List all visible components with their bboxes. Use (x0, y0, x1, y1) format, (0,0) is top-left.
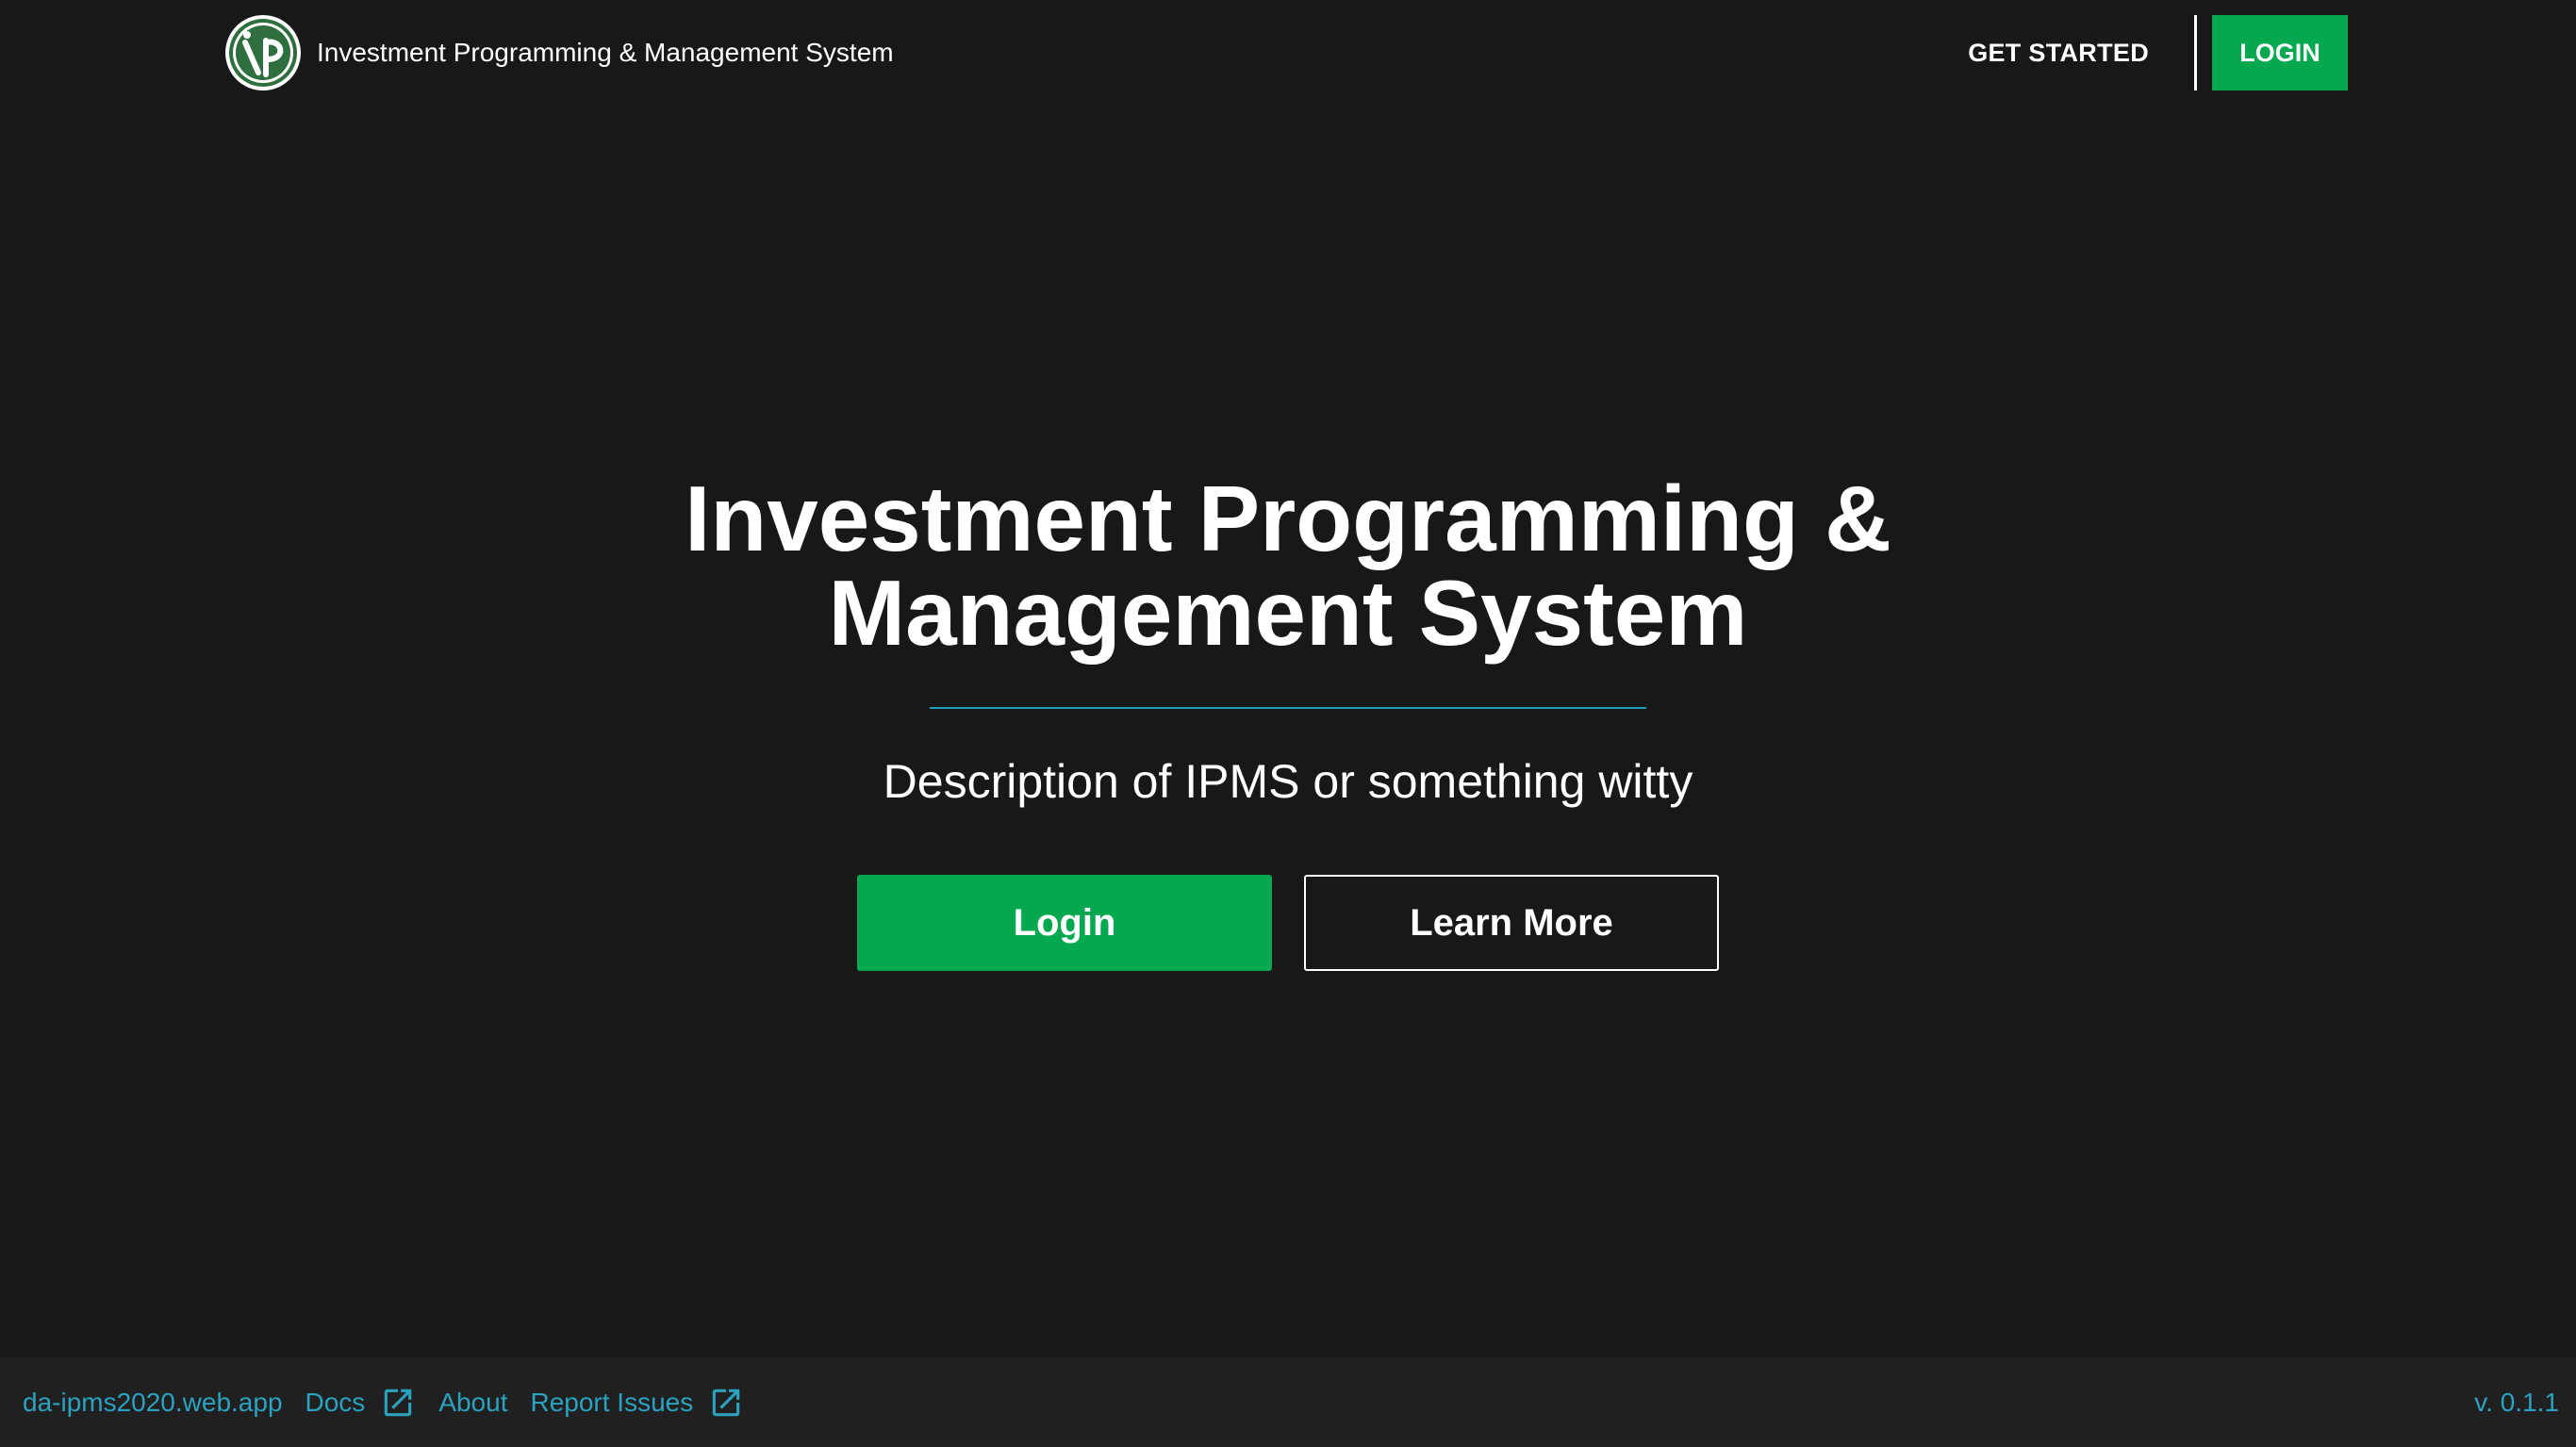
brand-title: Investment Programming & Management Syst… (317, 38, 894, 67)
nav-divider (2194, 15, 2197, 90)
footer-link-docs-label: Docs (305, 1387, 366, 1417)
version-label: v. 0.1.1 (2474, 1387, 2559, 1417)
login-button[interactable]: Login (857, 875, 1272, 971)
hero-title-line-2: Management System (828, 561, 1748, 665)
learn-more-button[interactable]: Learn More (1304, 875, 1719, 971)
hero-title: Investment Programming & Management Syst… (0, 471, 2576, 660)
external-link-icon (385, 1389, 412, 1416)
nav-login-button[interactable]: LOGIN (2212, 15, 2348, 90)
footer-link-site[interactable]: da-ipms2020.web.app (23, 1388, 283, 1418)
footer-link-docs[interactable]: Docs (305, 1385, 417, 1421)
footer-link-report-issues-label: Report Issues (530, 1387, 694, 1417)
external-link-icon (712, 1389, 740, 1416)
get-started-link[interactable]: GET STARTED (1968, 39, 2194, 68)
hero-section: Investment Programming & Management Syst… (0, 471, 2576, 971)
footer-links: da-ipms2020.web.app Docs About Report Is… (23, 1357, 767, 1447)
hero-buttons: Login Learn More (0, 875, 2576, 971)
hero-description: Description of IPMS or something witty (883, 755, 1693, 808)
nav-actions: GET STARTED LOGIN (1968, 14, 2348, 91)
footer-link-about-label: About (438, 1387, 508, 1417)
top-nav-bar: Investment Programming & Management Syst… (0, 0, 2576, 106)
footer-link-report-issues[interactable]: Report Issues (530, 1385, 744, 1421)
footer: da-ipms2020.web.app Docs About Report Is… (0, 1357, 2576, 1447)
hero-divider (930, 707, 1646, 709)
ipms-logo-icon (224, 14, 302, 91)
footer-link-site-label: da-ipms2020.web.app (23, 1387, 283, 1417)
landing-page: Investment Programming & Management Syst… (0, 0, 2576, 1447)
footer-link-about[interactable]: About (438, 1388, 507, 1418)
hero-title-line-1: Investment Programming & (685, 467, 1891, 570)
brand[interactable]: Investment Programming & Management Syst… (224, 13, 894, 92)
